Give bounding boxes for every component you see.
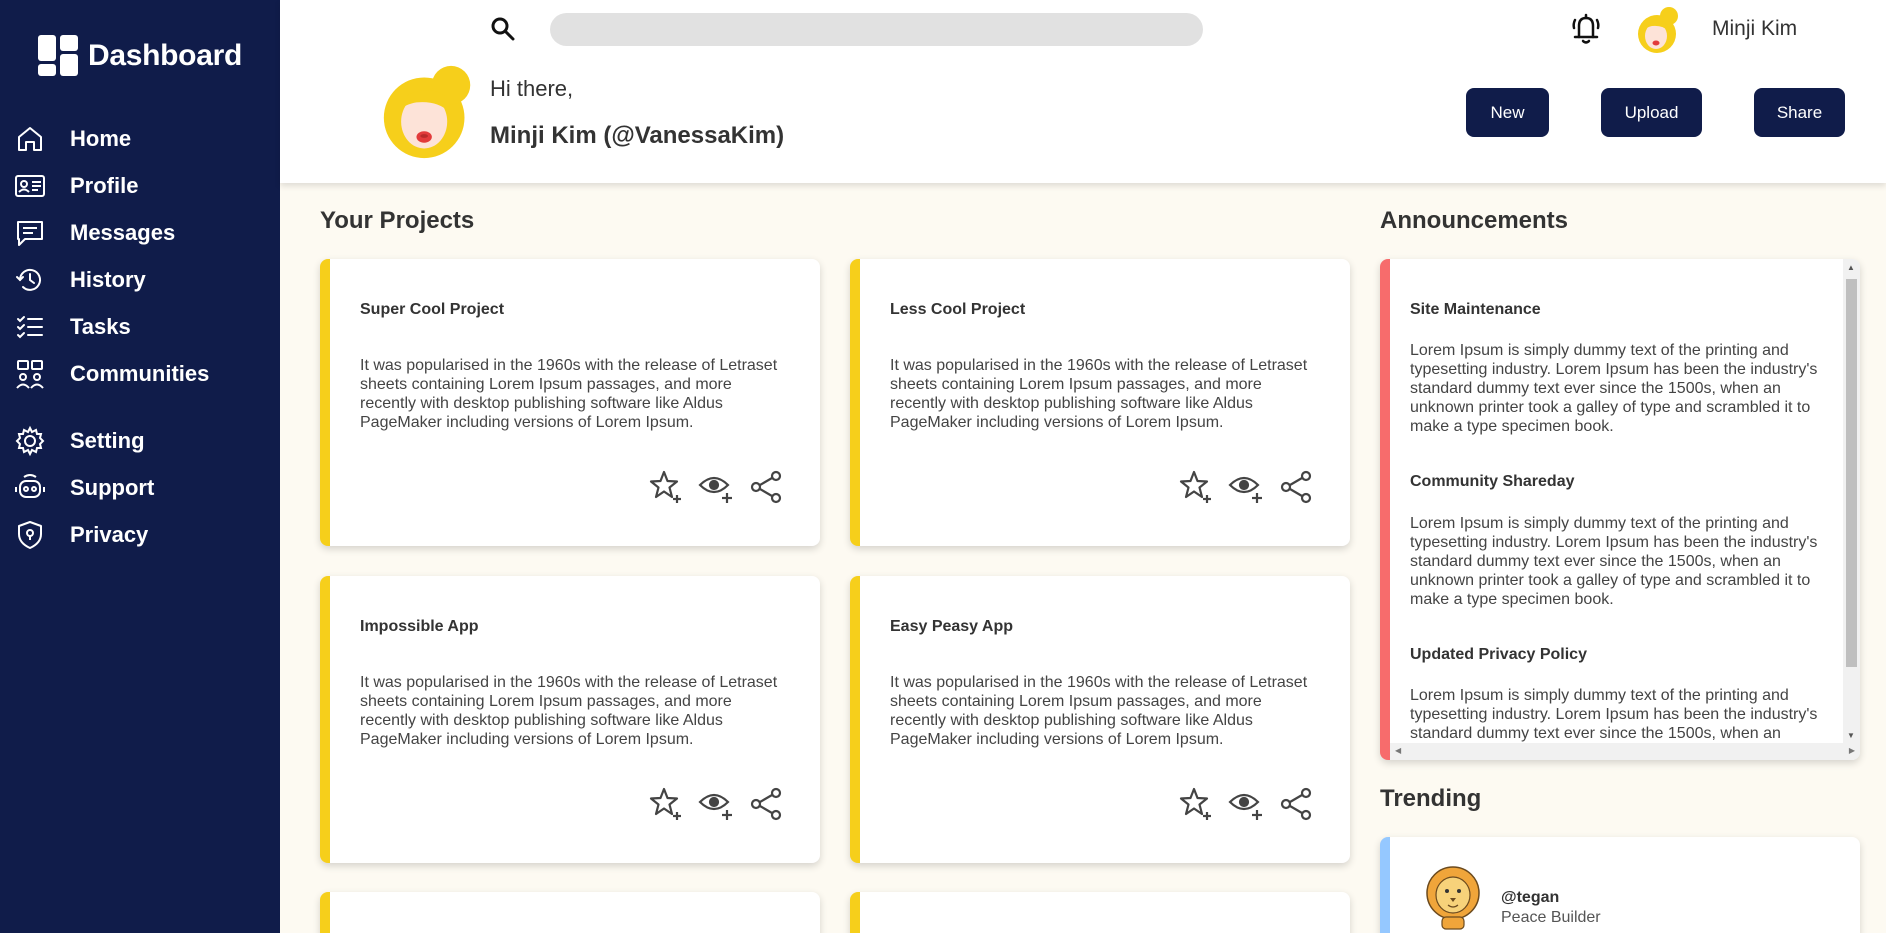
project-actions <box>648 786 784 822</box>
greeting: Hi there, <box>490 76 574 101</box>
sidebar-item-label: Support <box>70 475 155 500</box>
sidebar-item-privacy[interactable]: Privacy <box>14 517 148 553</box>
sidebar-item-communities[interactable]: Communities <box>14 356 209 392</box>
project-card[interactable]: Easy Peasy App It was popularised in the… <box>850 576 1350 863</box>
upload-button[interactable]: Upload <box>1601 88 1702 137</box>
project-card[interactable]: Impossible App It was popularised in the… <box>320 576 820 863</box>
project-card[interactable] <box>320 892 820 933</box>
star-add-icon[interactable] <box>648 469 684 505</box>
sidebar: Dashboard Home Profile Messages History … <box>0 0 280 933</box>
project-actions <box>1178 469 1314 505</box>
announcements-panel[interactable]: Site Maintenance Lorem Ipsum is simply d… <box>1380 259 1860 760</box>
new-button[interactable]: New <box>1466 88 1549 137</box>
lion-avatar <box>1426 866 1480 930</box>
scrollbar-thumb[interactable] <box>1846 279 1857 667</box>
header: Minji Kim Hi there, Minji Kim (@VanessaK… <box>280 0 1886 183</box>
sidebar-item-messages[interactable]: Messages <box>14 215 175 251</box>
star-add-icon[interactable] <box>1178 469 1214 505</box>
project-actions <box>1178 786 1314 822</box>
watch-add-icon[interactable] <box>1228 786 1264 822</box>
trending-handle[interactable]: @tegan <box>1501 889 1559 907</box>
share-button[interactable]: Share <box>1754 88 1845 137</box>
project-title: Impossible App <box>360 618 479 635</box>
trending-role: Peace Builder <box>1501 909 1601 926</box>
announcement-title: Community Shareday <box>1410 473 1575 490</box>
sidebar-item-history[interactable]: History <box>14 262 146 298</box>
announcements-title: Announcements <box>1380 207 1569 234</box>
project-card[interactable] <box>850 892 1350 933</box>
app-title: Dashboard <box>88 39 242 72</box>
trending-card[interactable]: @tegan Peace Builder <box>1380 837 1860 933</box>
project-description: It was popularised in the 1960s with the… <box>890 674 1308 748</box>
sidebar-item-label: Home <box>70 126 132 151</box>
avatar[interactable] <box>1632 5 1682 55</box>
share-icon[interactable] <box>748 469 784 505</box>
watch-add-icon[interactable] <box>698 786 734 822</box>
bell-icon[interactable] <box>1570 12 1602 46</box>
project-title: Easy Peasy App <box>890 618 1014 635</box>
dashboard-logo-icon <box>38 35 78 76</box>
sidebar-item-home[interactable]: Home <box>14 121 131 157</box>
project-description: It was popularised in the 1960s with the… <box>360 357 778 431</box>
scroll-left-arrow-icon[interactable]: ◀ <box>1395 746 1401 755</box>
watch-add-icon[interactable] <box>698 469 734 505</box>
id-card-icon <box>15 175 45 197</box>
sidebar-item-label: Profile <box>70 173 139 198</box>
profile-avatar <box>383 65 471 159</box>
search-input[interactable] <box>550 13 1203 46</box>
home-icon <box>18 127 42 151</box>
sidebar-item-support[interactable]: Support <box>14 470 154 506</box>
sidebar-item-label: Tasks <box>70 314 131 339</box>
sidebar-item-label: Setting <box>70 428 145 453</box>
share-icon[interactable] <box>748 786 784 822</box>
horizontal-scrollbar[interactable]: ◀ ▶ <box>1390 743 1860 760</box>
sidebar-item-profile[interactable]: Profile <box>14 168 138 204</box>
gear-icon <box>15 425 45 457</box>
share-icon[interactable] <box>1278 469 1314 505</box>
sidebar-item-label: Communities <box>70 361 210 386</box>
sidebar-item-setting[interactable]: Setting <box>14 423 145 459</box>
message-icon <box>17 221 43 246</box>
star-add-icon[interactable] <box>1178 786 1214 822</box>
scroll-up-arrow-icon[interactable]: ▲ <box>1847 263 1855 272</box>
watch-add-icon[interactable] <box>1228 469 1264 505</box>
project-card[interactable]: Less Cool Project It was popularised in … <box>850 259 1350 546</box>
vertical-scrollbar[interactable]: ▲ ▼ <box>1843 259 1860 743</box>
star-add-icon[interactable] <box>648 786 684 822</box>
search-icon[interactable] <box>490 16 516 42</box>
announcement-text: Lorem Ipsum is simply dummy text of the … <box>1410 515 1818 608</box>
sidebar-item-label: History <box>70 267 146 292</box>
project-title: Super Cool Project <box>360 301 505 318</box>
scroll-right-arrow-icon[interactable]: ▶ <box>1849 746 1855 755</box>
announcement-title: Updated Privacy Policy <box>1410 646 1587 663</box>
project-description: It was popularised in the 1960s with the… <box>360 674 778 748</box>
announcement-text: Lorem Ipsum is simply dummy text of the … <box>1410 342 1818 435</box>
sidebar-item-label: Messages <box>70 220 176 245</box>
project-card[interactable]: Super Cool Project It was popularised in… <box>320 259 820 546</box>
announcement-title: Site Maintenance <box>1410 301 1541 318</box>
project-title: Less Cool Project <box>890 301 1026 318</box>
brand[interactable]: Dashboard <box>36 33 242 79</box>
sidebar-item-label: Privacy <box>70 522 149 547</box>
scroll-down-arrow-icon[interactable]: ▼ <box>1847 731 1855 740</box>
checklist-icon <box>17 316 43 339</box>
project-description: It was popularised in the 1960s with the… <box>890 357 1308 431</box>
trending-title: Trending <box>1380 785 1482 812</box>
community-icon <box>16 360 44 389</box>
project-actions <box>648 469 784 505</box>
sidebar-item-tasks[interactable]: Tasks <box>14 309 131 345</box>
user-name[interactable]: Minji Kim <box>1712 17 1797 41</box>
support-icon <box>15 474 45 498</box>
shield-icon <box>18 521 42 549</box>
user-handle: Minji Kim (@VanessaKim) <box>490 122 785 149</box>
share-icon[interactable] <box>1278 786 1314 822</box>
history-icon <box>16 268 41 291</box>
projects-title: Your Projects <box>320 207 475 234</box>
